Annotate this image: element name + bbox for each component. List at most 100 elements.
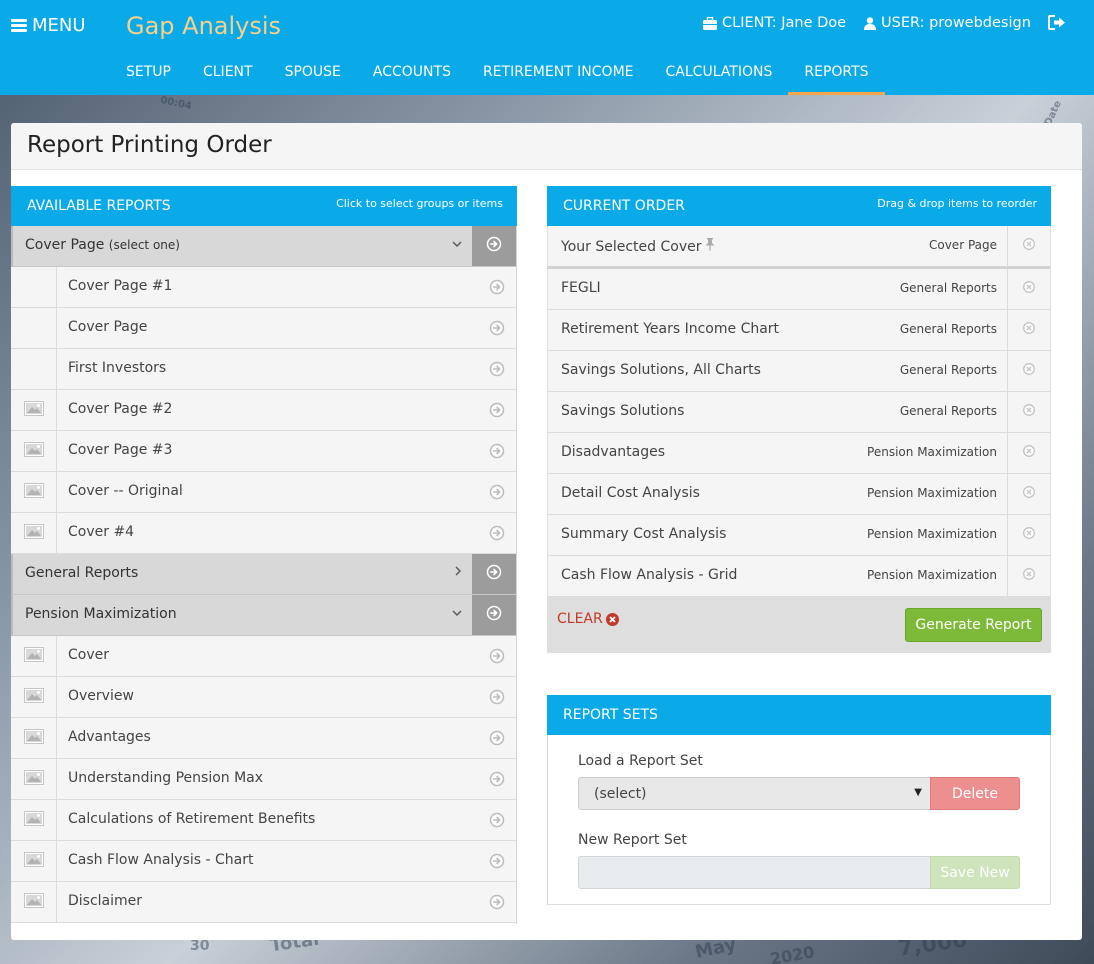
save-new-report-set-button[interactable]: Save New [930, 856, 1020, 889]
nav-tab-setup[interactable]: SETUP [110, 53, 187, 95]
menu-button[interactable]: MENU [11, 15, 86, 36]
client-label: CLIENT: Jane Doe [722, 15, 847, 31]
current-order-title: CURRENT ORDER [563, 198, 685, 214]
remove-item-button[interactable] [1007, 392, 1050, 432]
generate-report-button[interactable]: Generate Report [905, 608, 1042, 642]
report-group-header[interactable]: Cover Page (select one) [11, 226, 516, 267]
remove-item-button[interactable] [1007, 226, 1050, 266]
report-item[interactable]: Advantages [11, 718, 516, 759]
times-circle-icon [1023, 486, 1035, 502]
arrow-circle-right-icon[interactable] [489, 402, 505, 422]
remove-item-button[interactable] [1007, 269, 1050, 309]
report-item[interactable]: Cover #4 [11, 513, 516, 554]
report-item[interactable]: First Investors [11, 349, 516, 390]
report-item-label: Calculations of Retirement Benefits [68, 811, 316, 827]
report-item[interactable]: Cover Page [11, 308, 516, 349]
arrow-circle-right-icon[interactable] [489, 525, 505, 545]
arrow-circle-right-icon[interactable] [489, 361, 505, 381]
order-item-group: Pension Maximization [867, 568, 997, 582]
add-group-button[interactable] [472, 554, 516, 594]
background-photo-text: 00:04 [159, 94, 193, 113]
report-item-label: Disclaimer [68, 893, 143, 909]
user-info[interactable]: USER: prowebdesign [864, 15, 1031, 31]
report-group-name: General Reports [25, 565, 139, 581]
order-item[interactable]: Retirement Years Income Chart General Rep… [547, 310, 1051, 351]
report-item[interactable]: Overview [11, 677, 516, 718]
nav-tab-calculations[interactable]: CALCULATIONS [650, 53, 789, 95]
chevron-right-icon[interactable] [455, 564, 462, 580]
logout-button[interactable] [1048, 15, 1071, 30]
remove-item-button[interactable] [1007, 474, 1050, 514]
nav-tab-accounts[interactable]: ACCOUNTS [357, 53, 467, 95]
report-thumbnail [11, 882, 57, 922]
current-order-footer: CLEAR Generate Report [547, 597, 1051, 653]
arrow-circle-right-icon[interactable] [489, 443, 505, 463]
arrow-circle-right-icon [486, 605, 502, 625]
order-item[interactable]: Disadvantages Pension Maximization [547, 433, 1051, 474]
arrow-circle-right-icon[interactable] [489, 689, 505, 709]
order-item-group: General Reports [899, 281, 997, 295]
add-group-button[interactable] [472, 226, 516, 266]
arrow-circle-right-icon[interactable] [489, 279, 505, 299]
client-info[interactable]: CLIENT: Jane Doe [703, 15, 846, 31]
arrow-circle-right-icon[interactable] [489, 812, 505, 832]
order-item[interactable]: FEGLI General Reports [547, 269, 1051, 310]
remove-item-button[interactable] [1007, 556, 1050, 596]
image-icon [23, 892, 44, 912]
clear-button[interactable]: CLEAR [557, 611, 619, 627]
nav-tab-reports[interactable]: REPORTS [788, 53, 885, 95]
report-item-label: Cash Flow Analysis - Chart [68, 852, 254, 868]
report-item[interactable]: Cover -- Original [11, 472, 516, 513]
arrow-circle-right-icon[interactable] [489, 648, 505, 668]
nav-tab-retirement-income[interactable]: RETIREMENT INCOME [467, 53, 650, 95]
report-item[interactable]: Cash Flow Analysis - Chart [11, 841, 516, 882]
add-group-button[interactable] [472, 595, 516, 635]
report-group-header[interactable]: General Reports [11, 554, 516, 595]
remove-item-button[interactable] [1007, 433, 1050, 473]
remove-item-button[interactable] [1007, 515, 1050, 555]
remove-item-button[interactable] [1007, 310, 1050, 350]
nav-tab-spouse[interactable]: SPOUSE [269, 53, 357, 95]
report-set-select[interactable]: (select) ▼ [578, 777, 931, 810]
arrow-circle-right-icon[interactable] [489, 484, 505, 504]
arrow-circle-right-icon[interactable] [489, 853, 505, 873]
report-item-label: Cover Page [68, 319, 148, 335]
report-item[interactable]: Cover [11, 636, 516, 677]
arrow-circle-right-icon[interactable] [489, 320, 505, 340]
order-item[interactable]: Your Selected Cover Cover Page [547, 226, 1051, 269]
order-item[interactable]: Cash Flow Analysis - Grid Pension Maximiz… [547, 556, 1051, 597]
order-item-group: Cover Page [928, 238, 997, 252]
order-item[interactable]: Summary Cost Analysis Pension Maximizatio… [547, 515, 1051, 556]
image-icon [23, 687, 44, 707]
report-thumbnail [11, 759, 57, 799]
report-item[interactable]: Cover Page #2 [11, 390, 516, 431]
report-item[interactable]: Cover Page #1 [11, 267, 516, 308]
times-circle-icon [1023, 568, 1035, 584]
arrow-circle-right-icon[interactable] [489, 771, 505, 791]
chevron-down-icon[interactable] [452, 605, 462, 621]
delete-report-set-button[interactable]: Delete [930, 777, 1020, 810]
report-group-label: Cover Page (select one) [25, 237, 180, 253]
report-item[interactable]: Disclaimer [11, 882, 516, 923]
report-item[interactable]: Understanding Pension Max [11, 759, 516, 800]
report-item[interactable]: Cover Page #3 [11, 431, 516, 472]
report-item[interactable]: Calculations of Retirement Benefits [11, 800, 516, 841]
arrow-circle-right-icon[interactable] [489, 894, 505, 914]
new-report-set-input[interactable] [578, 856, 931, 889]
report-sets-header: REPORT SETS [547, 695, 1051, 735]
order-item-label: Detail Cost Analysis [561, 485, 700, 501]
order-item[interactable]: Detail Cost Analysis Pension Maximization [547, 474, 1051, 515]
order-item[interactable]: Savings Solutions, All Charts General Rep… [547, 351, 1051, 392]
report-group-header[interactable]: Pension Maximization [11, 595, 516, 636]
nav-tab-client[interactable]: CLIENT [187, 53, 269, 95]
report-group-label: Pension Maximization [25, 606, 177, 622]
report-thumbnail [11, 308, 57, 348]
hamburger-icon [11, 17, 27, 34]
remove-item-button[interactable] [1007, 351, 1050, 391]
arrow-circle-right-icon[interactable] [489, 730, 505, 750]
clear-label: CLEAR [557, 611, 603, 627]
chevron-down-icon[interactable] [452, 236, 462, 252]
order-item[interactable]: Savings Solutions General Reports [547, 392, 1051, 433]
order-item-label: Summary Cost Analysis [561, 526, 726, 542]
report-printing-panel: Report Printing Order AVAILABLE REPORTS … [11, 123, 1082, 940]
